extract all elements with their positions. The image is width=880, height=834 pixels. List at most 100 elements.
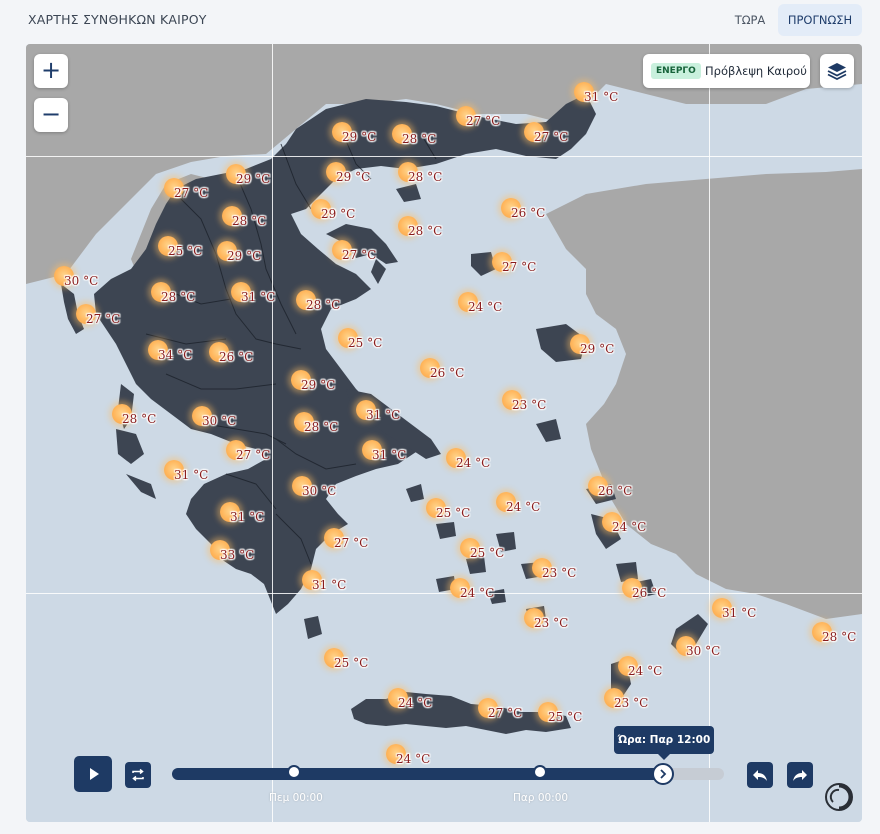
forward-icon [793, 770, 807, 781]
temperature-label: 28 °C [822, 630, 857, 644]
weather-marker[interactable]: 24 °C [496, 492, 566, 522]
weather-marker[interactable]: 24 °C [458, 292, 528, 322]
weather-marker[interactable]: 25 °C [538, 702, 608, 732]
weather-marker[interactable]: 33 °C [210, 540, 280, 570]
weather-marker[interactable]: 28 °C [398, 162, 468, 192]
loop-button[interactable] [125, 762, 151, 788]
timeline-tick[interactable] [533, 765, 547, 779]
next-button[interactable] [787, 762, 813, 788]
temperature-label: 31 °C [241, 290, 276, 304]
timeline-handle[interactable] [652, 763, 675, 785]
weather-marker[interactable]: 25 °C [338, 328, 408, 358]
weather-marker[interactable]: 31 °C [164, 460, 234, 490]
weather-marker[interactable]: 28 °C [392, 124, 462, 154]
weather-marker[interactable]: 28 °C [398, 216, 468, 246]
temperature-label: 29 °C [580, 342, 615, 356]
weather-marker[interactable]: 27 °C [226, 440, 296, 470]
weather-marker[interactable]: 24 °C [450, 578, 520, 608]
temperature-label: 24 °C [398, 696, 433, 710]
weather-marker[interactable]: 26 °C [588, 476, 658, 506]
logo-icon [825, 783, 853, 811]
temperature-label: 24 °C [612, 520, 647, 534]
weather-marker[interactable]: 31 °C [362, 440, 432, 470]
temperature-label: 33 °C [220, 548, 255, 562]
weather-marker[interactable]: 25 °C [324, 648, 394, 678]
weather-marker[interactable]: 29 °C [326, 162, 396, 192]
timeline-tick[interactable] [287, 765, 301, 779]
zoom-out-button[interactable]: − [34, 98, 68, 132]
weather-marker[interactable]: 24 °C [388, 688, 458, 718]
tab-forecast[interactable]: ΠΡΟΓΝΩΣΗ [778, 4, 862, 36]
weather-marker[interactable]: 27 °C [492, 252, 562, 282]
weather-marker[interactable]: 26 °C [622, 578, 692, 608]
weather-marker[interactable]: 31 °C [356, 400, 426, 430]
temperature-label: 28 °C [402, 132, 437, 146]
tab-now[interactable]: ΤΩΡΑ [722, 4, 778, 36]
weather-marker[interactable]: 28 °C [112, 404, 182, 434]
timeline-slider[interactable] [172, 763, 724, 785]
weather-marker[interactable]: 24 °C [618, 656, 688, 686]
weather-marker[interactable]: 23 °C [532, 558, 602, 588]
temperature-label: 26 °C [632, 586, 667, 600]
weather-marker[interactable]: 31 °C [302, 570, 372, 600]
temperature-label: 26 °C [511, 206, 546, 220]
weather-marker[interactable]: 27 °C [324, 528, 394, 558]
weather-marker[interactable]: 31 °C [231, 282, 301, 312]
weather-marker[interactable]: 31 °C [712, 598, 782, 628]
weather-marker[interactable]: 28 °C [222, 206, 292, 236]
rewind-icon [753, 770, 767, 781]
temperature-label: 27 °C [334, 536, 369, 550]
weather-marker[interactable]: 31 °C [220, 502, 290, 532]
weather-marker[interactable]: 26 °C [420, 358, 490, 388]
layer-panel[interactable]: ΕΝΕΡΓΟ Πρόβλεψη Καιρού [643, 54, 810, 88]
weather-map[interactable]: + − ΕΝΕΡΓΟ Πρόβλεψη Καιρού 31 °C 27 °C 27 … [26, 44, 862, 822]
temperature-label: 25 °C [436, 506, 471, 520]
weather-marker[interactable]: 27 °C [524, 122, 594, 152]
layers-button[interactable] [820, 54, 854, 88]
grid-line-horizontal [26, 593, 862, 594]
weather-marker[interactable]: 30 °C [192, 406, 262, 436]
temperature-label: 28 °C [306, 298, 341, 312]
temperature-label: 31 °C [372, 448, 407, 462]
temperature-label: 24 °C [506, 500, 541, 514]
weather-marker[interactable]: 25 °C [460, 538, 530, 568]
weather-marker[interactable]: 30 °C [292, 476, 362, 506]
weather-marker[interactable]: 31 °C [574, 82, 644, 112]
weather-marker[interactable]: 30 °C [54, 266, 124, 296]
weather-marker[interactable]: 27 °C [332, 240, 402, 270]
weather-marker[interactable]: 34 °C [148, 340, 218, 370]
weather-marker[interactable]: 24 °C [602, 512, 672, 542]
weather-marker[interactable]: 27 °C [76, 304, 146, 334]
weather-marker[interactable]: 29 °C [570, 334, 640, 364]
weather-marker[interactable]: 23 °C [604, 688, 674, 718]
timeline-progress [172, 768, 670, 780]
weather-marker[interactable]: 23 °C [524, 608, 594, 638]
weather-marker[interactable]: 28 °C [151, 282, 221, 312]
current-time-tooltip: Ώρα: Παρ 12:00 [614, 726, 714, 760]
previous-button[interactable] [747, 762, 773, 788]
weather-marker[interactable]: 28 °C [296, 290, 366, 320]
weather-marker[interactable]: 29 °C [217, 241, 287, 271]
zoom-in-button[interactable]: + [34, 54, 68, 88]
weather-marker[interactable]: 29 °C [226, 164, 296, 194]
temperature-label: 26 °C [219, 350, 254, 364]
temperature-label: 24 °C [460, 586, 495, 600]
temperature-label: 28 °C [161, 290, 196, 304]
weather-marker[interactable]: 24 °C [446, 448, 516, 478]
play-button[interactable] [74, 756, 112, 792]
weather-marker[interactable]: 29 °C [291, 370, 361, 400]
temperature-label: 30 °C [302, 484, 337, 498]
weather-marker[interactable]: 25 °C [426, 498, 496, 528]
weather-marker[interactable]: 23 °C [502, 390, 572, 420]
weather-marker[interactable]: 26 °C [501, 198, 571, 228]
weather-marker[interactable]: 27 °C [164, 178, 234, 208]
temperature-label: 28 °C [232, 214, 267, 228]
temperature-label: 31 °C [230, 510, 265, 524]
weather-marker[interactable]: 28 °C [294, 412, 364, 442]
temperature-label: 28 °C [304, 420, 339, 434]
weather-marker[interactable]: 27 °C [456, 106, 526, 136]
temperature-label: 31 °C [584, 90, 619, 104]
weather-marker[interactable]: 28 °C [812, 622, 862, 652]
weather-marker[interactable]: 29 °C [311, 199, 381, 229]
weather-marker[interactable]: 26 °C [209, 342, 279, 372]
